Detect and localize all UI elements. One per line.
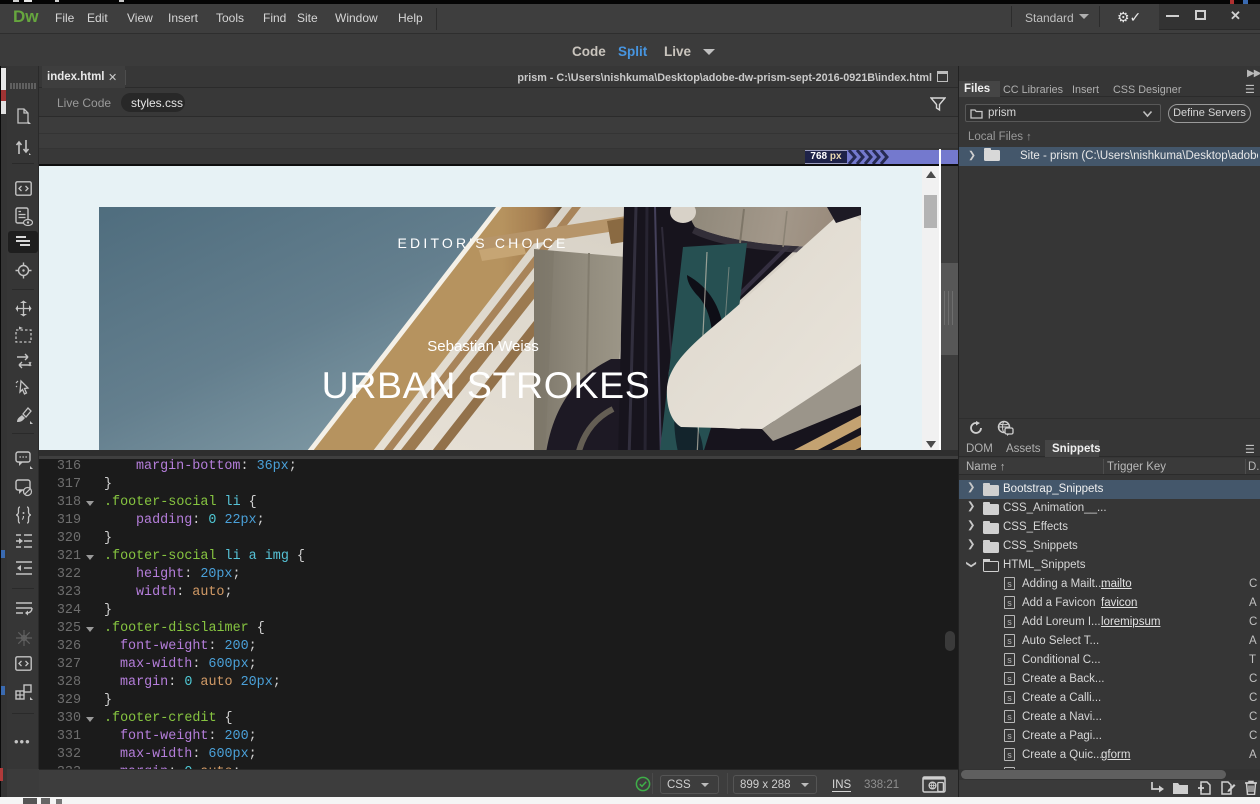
svg-text:URBAN STROKES: URBAN STROKES [322, 364, 651, 406]
svg-text:Sebastian Weiss: Sebastian Weiss [427, 338, 538, 355]
svg-text:EDITOR'S CHOICE: EDITOR'S CHOICE [398, 235, 569, 251]
